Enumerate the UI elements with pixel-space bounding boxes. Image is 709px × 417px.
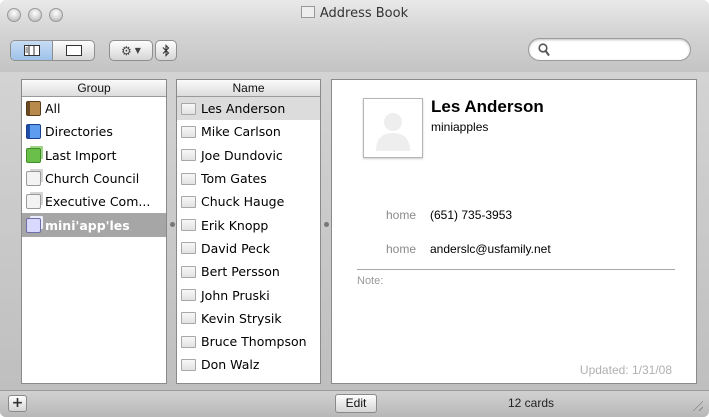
contact-company: miniapples: [431, 120, 489, 134]
view-segmented-control: [10, 40, 95, 61]
chevron-down-icon: ▼: [134, 46, 141, 55]
name-item[interactable]: Erik Knopp: [177, 213, 320, 236]
search-input[interactable]: [555, 41, 685, 58]
gear-icon: ⚙: [121, 43, 132, 58]
contact-card-icon: [181, 195, 196, 208]
group-column-header: Group: [22, 80, 166, 97]
name-item[interactable]: Bruce Thompson: [177, 330, 320, 353]
magnifier-icon: [538, 43, 550, 57]
bottom-bar: + Edit 12 cards: [0, 390, 709, 417]
group-icon: [26, 194, 41, 210]
name-item[interactable]: John Pruski: [177, 283, 320, 306]
contact-card-icon: [181, 358, 196, 371]
contact-card-icon: [181, 242, 196, 255]
name-item[interactable]: Tom Gates: [177, 167, 320, 190]
name-item[interactable]: Don Walz: [177, 353, 320, 376]
column-splitter-handle[interactable]: [170, 222, 175, 227]
group-item-last-import[interactable]: Last Import: [22, 144, 166, 167]
group-item-church-council[interactable]: Church Council: [22, 167, 166, 190]
updated-date: Updated: 1/31/08: [579, 363, 672, 377]
group-item-executive-committee[interactable]: Executive Com...: [22, 190, 166, 213]
contact-photo[interactable]: [363, 98, 423, 158]
name-item[interactable]: Mike Carlson: [177, 120, 320, 143]
name-item[interactable]: Kevin Strysik: [177, 307, 320, 330]
note-label: Note:: [357, 275, 384, 287]
edit-button[interactable]: Edit: [335, 394, 377, 413]
add-group-button[interactable]: +: [8, 395, 27, 412]
group-icon: [26, 147, 41, 163]
name-item[interactable]: Les Anderson: [177, 97, 320, 121]
contact-card-icon: [181, 149, 196, 162]
contact-name: Les Anderson: [431, 97, 544, 116]
window-title: Address Book: [0, 6, 709, 21]
title-bar: Address Book ⚙ ▼: [0, 0, 709, 72]
contact-card-icon: [181, 335, 196, 348]
column-splitter-handle[interactable]: [324, 222, 329, 227]
contact-card-icon: [181, 289, 196, 302]
contact-card-panel: Les Anderson miniapples home (651) 735-3…: [331, 79, 697, 384]
bluetooth-button[interactable]: [155, 40, 177, 61]
card-only-view-button[interactable]: [53, 41, 94, 60]
card-only-view-icon: [65, 45, 82, 56]
smart-group-icon: [26, 217, 41, 233]
address-book-title-icon: [300, 6, 315, 18]
phone-value[interactable]: (651) 735-3953: [430, 208, 512, 222]
address-book-window: Address Book ⚙ ▼ Group All Directories L…: [0, 0, 709, 417]
address-book-icon: [26, 101, 41, 117]
email-value[interactable]: anderslc@usfamily.net: [430, 242, 551, 256]
columns-view-button[interactable]: [11, 41, 53, 60]
name-item[interactable]: Joe Dundovic: [177, 144, 320, 167]
contact-card-icon: [181, 219, 196, 232]
contact-card-icon: [181, 102, 196, 115]
card-count: 12 cards: [508, 396, 555, 410]
name-item[interactable]: David Peck: [177, 237, 320, 260]
directory-icon: [26, 124, 41, 140]
group-item-miniapples[interactable]: mini'app'les: [22, 213, 166, 237]
contact-card-icon: [181, 265, 196, 278]
group-icon: [26, 171, 41, 187]
group-item-directories[interactable]: Directories: [22, 120, 166, 143]
group-column: Group All Directories Last Import Church…: [21, 79, 167, 384]
contact-card-icon: [181, 312, 196, 325]
bluetooth-icon: [162, 44, 170, 57]
resize-grip[interactable]: [690, 398, 703, 411]
name-column-header: Name: [177, 80, 320, 97]
search-field[interactable]: [528, 38, 691, 61]
contact-card-icon: [181, 125, 196, 138]
contact-card-icon: [181, 172, 196, 185]
person-silhouette-icon: [376, 113, 410, 151]
group-item-all[interactable]: All: [22, 97, 166, 120]
name-item[interactable]: Chuck Hauge: [177, 190, 320, 213]
action-menu-button[interactable]: ⚙ ▼: [109, 40, 153, 61]
name-column: Name Les Anderson Mike Carlson Joe Dundo…: [176, 79, 321, 384]
columns-view-icon: [23, 45, 40, 56]
name-item[interactable]: Bert Persson: [177, 260, 320, 283]
note-divider: [357, 269, 675, 270]
